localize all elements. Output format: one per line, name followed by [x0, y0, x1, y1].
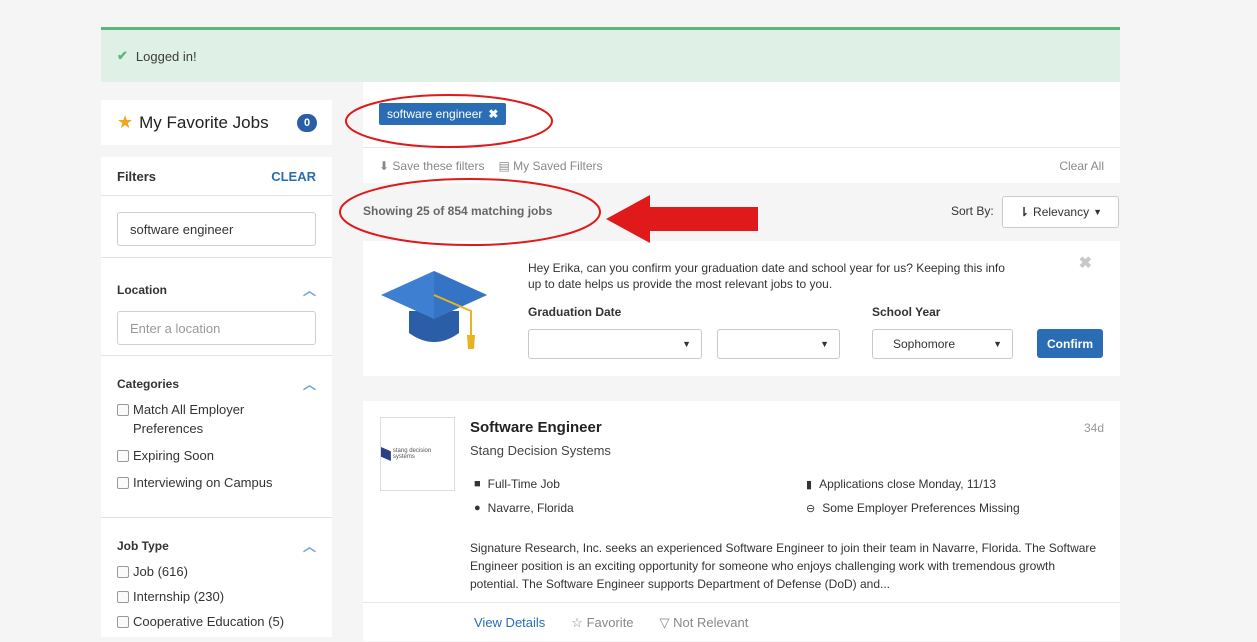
filters-title: Filters [117, 168, 157, 184]
filters-panel: Filters CLEAR software engineer Location… [101, 157, 332, 637]
login-alert: ✔ Logged in! [101, 27, 1120, 82]
thumbs-down-icon: ▽ [659, 614, 670, 630]
checkbox-icon[interactable] [117, 616, 129, 628]
sort-icon: ⇂ [1018, 205, 1030, 219]
category-label: Interviewing on Campus [133, 475, 273, 490]
graduation-month-select[interactable]: ▼ [528, 329, 702, 359]
search-panel: software engineer ✖ ⬇ Save these filters… [363, 82, 1120, 183]
keyword-input[interactable]: software engineer [117, 212, 316, 246]
preferences-text: Some Employer Preferences Missing [822, 501, 1020, 515]
deadline-text: Applications close Monday, 11/13 [819, 477, 997, 491]
sort-dropdown[interactable]: ⇂ Relevancy ▼ [1002, 196, 1119, 228]
checkmark-icon: ✔ [117, 48, 128, 63]
job-type-checkbox[interactable]: Cooperative Education (5) [101, 612, 332, 631]
favorite-button[interactable]: ☆ Favorite [571, 615, 633, 631]
clear-all-button[interactable]: Clear All [1059, 159, 1104, 173]
school-year-select[interactable]: Sophomore ▼ [872, 329, 1013, 359]
graduation-cap-icon [381, 271, 487, 349]
favorite-label: Favorite [586, 614, 634, 630]
location-input[interactable]: Enter a location [117, 311, 316, 345]
location-text: Navarre, Florida [487, 501, 574, 515]
caret-down-icon: ▼ [1093, 207, 1102, 217]
logo-text: stang decision systems [392, 448, 432, 460]
chevron-up-icon[interactable]: ︿ [303, 536, 316, 555]
caret-down-icon: ▼ [682, 339, 691, 349]
favorite-jobs-panel[interactable]: ★ My Favorite Jobs 0 [101, 100, 332, 145]
preferences-meta: ⊖ Some Employer Preferences Missing [806, 501, 1020, 515]
category-checkbox[interactable]: Match All Employer Preferences [101, 400, 332, 438]
graduation-year-select[interactable]: ▼ [717, 329, 840, 359]
job-type-label: Job (616) [133, 564, 188, 579]
briefcase-icon: ■ [474, 478, 481, 490]
caret-down-icon: ▼ [820, 339, 829, 349]
search-tag-label: software engineer [387, 107, 483, 121]
confirm-button[interactable]: Confirm [1037, 329, 1103, 358]
not-relevant-button[interactable]: ▽ Not Relevant [660, 615, 749, 631]
company-logo: stang decision systems [380, 417, 455, 491]
favorite-jobs-label: My Favorite Jobs [139, 112, 269, 132]
checkbox-icon[interactable] [117, 477, 129, 489]
save-filters-button[interactable]: ⬇ Save these filters [379, 159, 484, 173]
logo-mark [381, 447, 391, 461]
posted-age: 34d [1083, 421, 1104, 435]
minus-circle-icon: ⊖ [806, 502, 816, 515]
graduation-prompt-card: Hey Erika, can you confirm your graduati… [363, 241, 1120, 376]
deadline-meta: ▮ Applications close Monday, 11/13 [806, 477, 996, 491]
graduation-date-label: Graduation Date [528, 305, 622, 319]
chevron-up-icon[interactable]: ︿ [303, 374, 316, 393]
checkbox-icon[interactable] [117, 450, 129, 462]
red-arrow-icon [606, 195, 758, 243]
favorite-count-badge: 0 [297, 114, 317, 132]
sort-value: Relevancy [1033, 205, 1090, 219]
job-title[interactable]: Software Engineer [470, 419, 602, 436]
list-icon: ▤ [498, 158, 510, 173]
document-icon: ▮ [806, 478, 813, 491]
saved-filters-button[interactable]: ▤ My Saved Filters [498, 159, 602, 173]
checkbox-icon[interactable] [117, 404, 129, 416]
search-tag[interactable]: software engineer ✖ [379, 103, 507, 125]
caret-down-icon: ▼ [993, 339, 1002, 349]
checkbox-icon[interactable] [117, 591, 129, 603]
school-year-label: School Year [872, 305, 941, 319]
saved-filters-label: My Saved Filters [513, 158, 603, 173]
download-icon: ⬇ [379, 158, 390, 173]
location-title: Location [117, 282, 167, 297]
results-count: Showing 25 of 854 matching jobs [363, 204, 553, 218]
alert-text: Logged in! [135, 48, 197, 64]
job-card[interactable]: stang decision systems Software Engineer… [363, 401, 1120, 641]
job-type-title: Job Type [117, 538, 169, 553]
remove-tag-icon[interactable]: ✖ [488, 107, 498, 121]
job-type-label: Cooperative Education (5) [133, 614, 285, 629]
category-label: Match All Employer Preferences [133, 402, 245, 436]
job-description: Signature Research, Inc. seeks an experi… [470, 541, 1097, 591]
job-type-checkbox[interactable]: Internship (230) [101, 587, 332, 606]
category-checkbox[interactable]: Interviewing on Campus [101, 473, 332, 492]
job-type-meta: ■ Full-Time Job [474, 477, 560, 491]
job-type-text: Full-Time Job [487, 477, 560, 491]
checkbox-icon[interactable] [117, 566, 129, 578]
save-filters-label: Save these filters [392, 158, 485, 173]
categories-title: Categories [117, 376, 180, 391]
clear-filters-button[interactable]: CLEAR [271, 169, 316, 184]
sort-label: Sort By: [951, 204, 994, 218]
category-label: Expiring Soon [133, 448, 214, 463]
star-icon: ★ [117, 112, 134, 132]
map-marker-icon: ● [474, 502, 481, 514]
company-name[interactable]: Stang Decision Systems [470, 443, 611, 458]
job-type-label: Internship (230) [133, 589, 225, 604]
graduation-message: Hey Erika, can you confirm your graduati… [528, 261, 1005, 291]
category-checkbox[interactable]: Expiring Soon [101, 446, 332, 465]
school-year-value: Sophomore [893, 337, 956, 351]
star-outline-icon: ☆ [571, 614, 583, 630]
chevron-up-icon[interactable]: ︿ [303, 280, 316, 299]
location-meta: ● Navarre, Florida [474, 501, 574, 515]
job-type-checkbox[interactable]: Job (616) [101, 562, 332, 581]
view-details-link[interactable]: View Details [474, 615, 545, 630]
close-icon[interactable]: ✖ [1079, 253, 1092, 273]
not-relevant-label: Not Relevant [673, 614, 749, 630]
